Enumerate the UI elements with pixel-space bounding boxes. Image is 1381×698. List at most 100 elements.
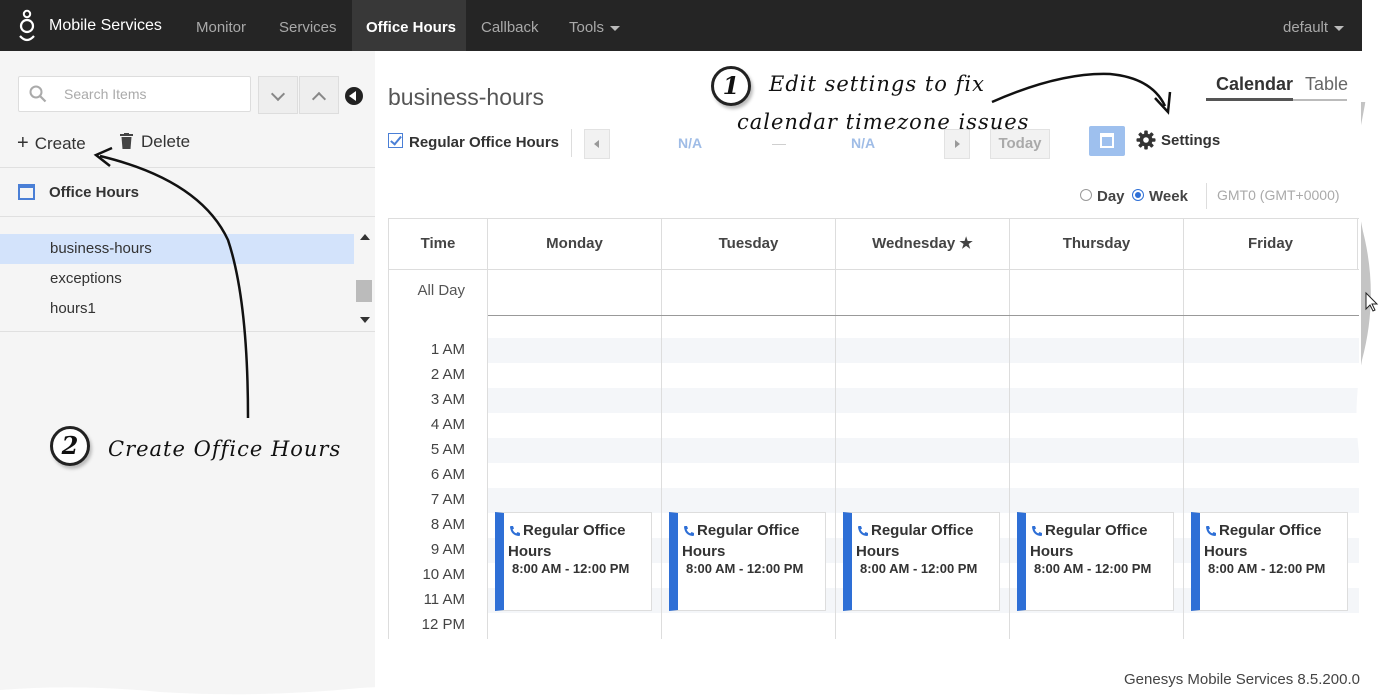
view-day-label[interactable]: Day — [1097, 188, 1125, 205]
tab-calendar[interactable]: Calendar — [1216, 74, 1293, 95]
list-item-business-hours[interactable]: business-hours — [0, 234, 354, 264]
annotation-2-text: Create Office Hours — [108, 437, 342, 461]
list-item-hours1[interactable]: hours1 — [0, 294, 354, 324]
event-thursday[interactable]: Regular Office Hours 8:00 AM - 12:00 PM — [1017, 512, 1174, 611]
section-title: Office Hours — [49, 184, 140, 201]
date-picker-button[interactable] — [1089, 126, 1125, 156]
chevron-right-icon — [955, 140, 960, 148]
grid-line — [835, 269, 836, 639]
hour-label: 8 AM — [430, 516, 465, 533]
regular-hours-checkbox[interactable] — [388, 133, 403, 148]
search-input[interactable] — [62, 85, 246, 103]
event-time: 8:00 AM - 12:00 PM — [860, 561, 978, 576]
previous-week-button[interactable] — [584, 129, 610, 159]
range-end: N/A — [851, 135, 876, 151]
view-week-label[interactable]: Week — [1149, 188, 1188, 205]
day-header-thursday[interactable]: Thursday — [1010, 219, 1184, 269]
timezone-label: GMT0 (GMT+0000) — [1217, 187, 1340, 203]
scroll-up-arrow-icon[interactable] — [360, 234, 370, 240]
day-header-monday[interactable]: Monday — [488, 219, 662, 269]
annotation-1-line2: calendar timezone issues — [737, 110, 1030, 134]
list-item-exceptions[interactable]: exceptions — [0, 264, 354, 294]
divider — [0, 331, 375, 332]
tab-table[interactable]: Table — [1305, 74, 1348, 95]
divider — [571, 129, 572, 157]
expand-down-button[interactable] — [258, 76, 298, 114]
list-scrollbar-thumb[interactable] — [356, 280, 372, 302]
collapse-sidebar-icon[interactable] — [345, 87, 363, 105]
genesys-logo-icon — [19, 9, 35, 42]
hour-label: 10 AM — [422, 566, 465, 583]
create-label: Create — [34, 134, 86, 153]
event-time: 8:00 AM - 12:00 PM — [1034, 561, 1152, 576]
event-title: Regular Office Hours — [508, 522, 626, 560]
hour-label: 6 AM — [430, 466, 465, 483]
event-monday[interactable]: Regular Office Hours 8:00 AM - 12:00 PM — [495, 512, 652, 611]
nav-callback[interactable]: Callback — [481, 19, 539, 36]
hour-band — [488, 388, 1359, 413]
nav-office-hours[interactable]: Office Hours — [366, 19, 456, 36]
nav-tools[interactable]: Tools — [569, 19, 621, 36]
range-separator: — — [772, 135, 786, 151]
view-week-radio[interactable] — [1132, 189, 1144, 201]
event-friday[interactable]: Regular Office Hours 8:00 AM - 12:00 PM — [1191, 512, 1348, 611]
hour-band — [488, 438, 1359, 463]
main-panel: business-hours Calendar Table Regular Of… — [375, 51, 1378, 698]
active-tab-indicator — [1206, 98, 1293, 101]
list-item-label: business-hours — [50, 240, 152, 257]
annotation-number-2: 2 — [50, 426, 90, 466]
hour-label: 4 AM — [430, 416, 465, 433]
trash-icon — [120, 133, 133, 149]
search-icon — [29, 85, 47, 103]
event-title: Regular Office Hours — [682, 522, 800, 560]
hour-label: 12 PM — [421, 616, 465, 633]
chevron-left-icon — [594, 140, 599, 148]
app-brand[interactable]: Mobile Services — [49, 17, 162, 35]
day-header-tuesday[interactable]: Tuesday — [662, 219, 836, 269]
top-navigation-bar: Mobile Services Monitor Services Office … — [0, 0, 1362, 51]
hour-label: 2 AM — [430, 366, 465, 383]
event-time: 8:00 AM - 12:00 PM — [512, 561, 630, 576]
grid-line — [1009, 269, 1010, 639]
plus-icon: + — [17, 132, 29, 154]
view-day-radio[interactable] — [1080, 189, 1092, 201]
collapse-up-button[interactable] — [299, 76, 339, 114]
event-title: Regular Office Hours — [1030, 522, 1148, 560]
event-wednesday[interactable]: Regular Office Hours 8:00 AM - 12:00 PM — [843, 512, 1000, 611]
user-menu-label: default — [1283, 19, 1329, 36]
grid-line — [1183, 269, 1184, 639]
event-title: Regular Office Hours — [856, 522, 974, 560]
event-tuesday[interactable]: Regular Office Hours 8:00 AM - 12:00 PM — [669, 512, 826, 611]
page-scrollbar-thumb[interactable] — [1361, 102, 1378, 442]
chevron-up-icon — [311, 91, 327, 107]
hour-label: 5 AM — [430, 441, 465, 458]
grid-line — [389, 269, 1359, 270]
day-header-wednesday[interactable]: Wednesday ★ — [836, 219, 1010, 269]
grid-line — [487, 269, 488, 639]
hour-label: 11 AM — [423, 591, 465, 608]
grid-line — [661, 269, 662, 639]
divider — [1206, 183, 1207, 209]
annotation-1-line1: Edit settings to fix — [769, 72, 985, 96]
hour-label: 9 AM — [430, 541, 465, 558]
page-title: business-hours — [388, 84, 544, 110]
user-menu[interactable]: default — [1283, 19, 1345, 36]
delete-label: Delete — [141, 132, 191, 151]
chevron-down-icon — [610, 25, 621, 31]
all-day-divider — [488, 315, 1359, 316]
event-title: Regular Office Hours — [1204, 522, 1322, 560]
create-button[interactable]: + Create — [17, 132, 86, 155]
gear-icon[interactable] — [1136, 130, 1156, 150]
hour-label: 3 AM — [430, 391, 465, 408]
settings-button[interactable]: Settings — [1161, 132, 1220, 149]
delete-button[interactable]: Delete — [120, 132, 190, 152]
time-column-header: Time — [389, 219, 488, 269]
scroll-down-arrow-icon[interactable] — [360, 317, 370, 323]
nav-monitor[interactable]: Monitor — [196, 19, 246, 36]
range-start: N/A — [678, 135, 703, 151]
divider — [0, 167, 375, 168]
day-header-friday[interactable]: Friday — [1184, 219, 1358, 269]
nav-services[interactable]: Services — [279, 19, 337, 36]
annotation-number-1: 1 — [711, 66, 751, 106]
regular-hours-label[interactable]: Regular Office Hours — [409, 134, 559, 151]
